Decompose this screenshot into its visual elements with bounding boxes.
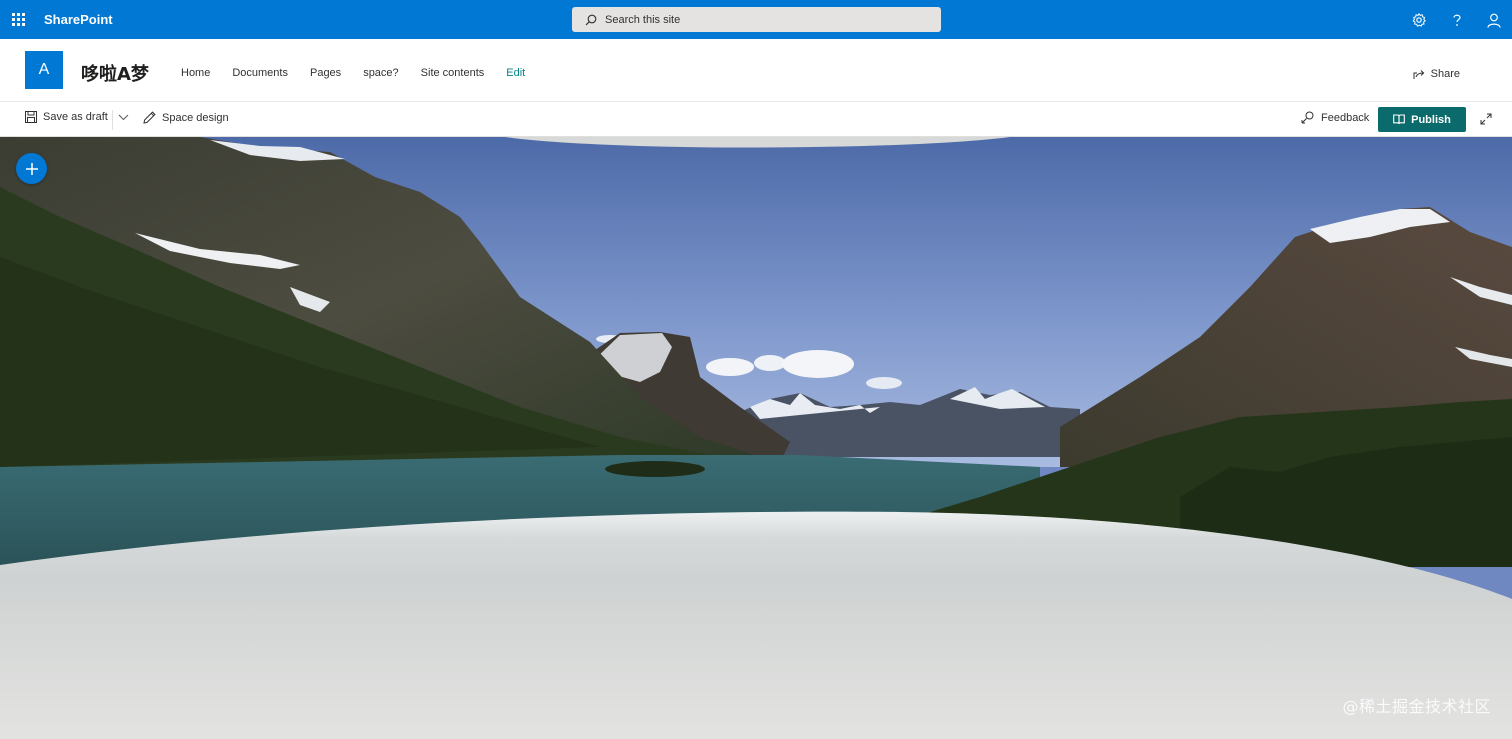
space-design-label: Space design — [162, 111, 229, 124]
feedback-icon — [1301, 111, 1314, 124]
site-logo[interactable]: A — [25, 51, 63, 89]
site-header: A 哆啦A梦 Home Documents Pages space? Site … — [0, 39, 1512, 102]
space-canvas[interactable]: @稀土掘金技术社区 — [0, 137, 1512, 739]
watermark: @稀土掘金技术社区 — [1342, 697, 1491, 716]
nav-item-pages[interactable]: Pages — [299, 67, 352, 79]
nav-item-home[interactable]: Home — [170, 67, 221, 79]
nav-item-space[interactable]: space? — [352, 67, 409, 79]
book-icon — [1393, 114, 1405, 125]
nav-item-site-contents[interactable]: Site contents — [410, 67, 496, 79]
app-launcher-icon[interactable] — [0, 0, 36, 39]
save-as-draft-button[interactable]: Save as draft — [25, 111, 108, 123]
share-label: Share — [1430, 68, 1460, 80]
site-title[interactable]: 哆啦A梦 — [81, 60, 149, 86]
floppy-disk-icon — [25, 111, 37, 123]
command-bar: Save as draft Space design Feedback Publ… — [0, 102, 1512, 137]
suite-bar: SharePoint Search this site — [0, 0, 1512, 39]
publish-label: Publish — [1411, 113, 1451, 126]
search-input[interactable]: Search this site — [572, 7, 941, 32]
publish-button[interactable]: Publish — [1378, 107, 1466, 132]
expand-icon[interactable] — [1480, 113, 1498, 125]
panorama-image — [0, 137, 1512, 739]
pencil-icon — [143, 111, 156, 124]
gear-icon[interactable] — [1408, 9, 1430, 31]
person-icon[interactable] — [1483, 9, 1505, 31]
nav-edit-link[interactable]: Edit — [495, 67, 536, 79]
add-webpart-button[interactable] — [16, 153, 47, 184]
suite-brand[interactable]: SharePoint — [44, 12, 113, 27]
feedback-label: Feedback — [1321, 111, 1370, 124]
save-as-draft-label: Save as draft — [43, 111, 108, 123]
nav-item-documents[interactable]: Documents — [221, 67, 299, 79]
share-icon — [1413, 69, 1424, 79]
feedback-button[interactable]: Feedback — [1301, 111, 1369, 124]
site-navigation: Home Documents Pages space? Site content… — [170, 67, 536, 79]
share-button[interactable]: Share — [1413, 68, 1460, 80]
plus-icon — [25, 162, 38, 175]
chevron-down-icon — [118, 114, 129, 121]
save-options-dropdown[interactable] — [118, 114, 135, 121]
space-design-button[interactable]: Space design — [143, 111, 229, 124]
search-icon — [585, 14, 597, 25]
search-placeholder: Search this site — [605, 13, 681, 26]
command-divider — [112, 110, 113, 130]
help-icon[interactable] — [1446, 9, 1468, 31]
